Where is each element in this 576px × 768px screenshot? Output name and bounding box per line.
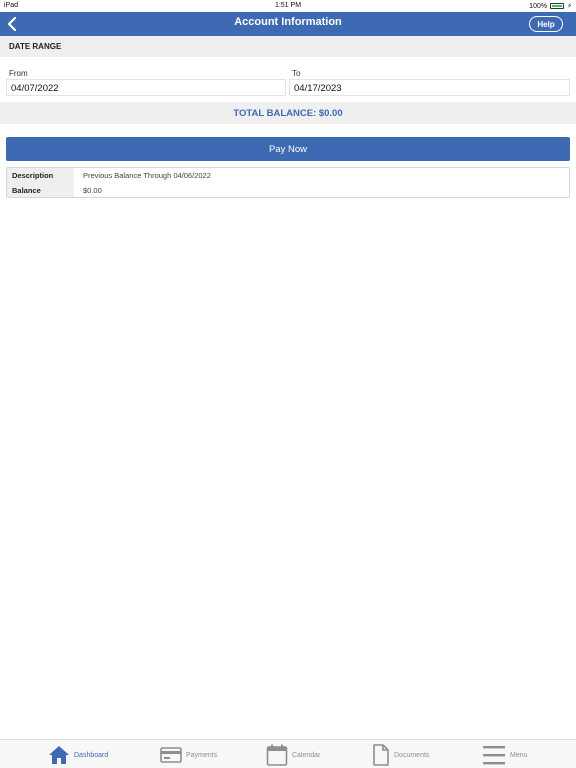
battery-percent: 100% xyxy=(529,2,548,10)
from-date-field[interactable]: 04/07/2022 xyxy=(6,79,286,96)
charging-icon: ⚡ xyxy=(567,3,572,10)
table-row: Balance $0.00 xyxy=(7,183,569,197)
page-title: Account Information xyxy=(234,16,342,28)
tab-label-payments: Payments xyxy=(186,751,218,759)
menu-icon xyxy=(483,746,505,765)
tab-dashboard[interactable]: Dashboard xyxy=(48,743,108,767)
home-icon xyxy=(49,746,69,764)
total-balance-banner: TOTAL BALANCE: $0.00 xyxy=(0,102,576,124)
tab-menu[interactable]: Menu xyxy=(482,743,528,767)
description-key: Description xyxy=(7,168,74,183)
tab-bar: Dashboard Payments Calendar Documents Me… xyxy=(0,739,576,768)
tab-label-dashboard: Dashboard xyxy=(74,751,109,759)
battery-icon xyxy=(550,3,565,9)
nav-header: Account Information Help xyxy=(0,12,576,36)
calendar-icon xyxy=(266,744,288,766)
tab-label-documents: Documents xyxy=(394,751,430,759)
to-date-field[interactable]: 04/17/2023 xyxy=(289,79,570,96)
status-bar: iPad 1:51 PM 100% ⚡ xyxy=(0,0,576,12)
from-label: From xyxy=(9,69,28,78)
balance-value: $0.00 xyxy=(83,186,102,195)
tab-documents[interactable]: Documents xyxy=(372,743,429,767)
tab-label-menu: Menu xyxy=(510,751,528,759)
tab-payments[interactable]: Payments xyxy=(160,743,217,767)
table-row: Description Previous Balance Through 04/… xyxy=(7,168,569,183)
to-label: To xyxy=(292,69,301,78)
tab-label-calendar: Calendar xyxy=(292,751,321,759)
description-value: Previous Balance Through 04/06/2022 xyxy=(83,171,211,180)
tab-calendar[interactable]: Calendar xyxy=(266,743,320,767)
pay-now-button[interactable]: Pay Now xyxy=(6,137,570,161)
help-button[interactable]: Help xyxy=(529,16,563,32)
credit-card-icon xyxy=(160,747,182,763)
status-time: 1:51 PM xyxy=(274,2,302,9)
balance-details-table: Description Previous Balance Through 04/… xyxy=(6,167,570,198)
status-battery-group: 100% ⚡ xyxy=(529,2,572,11)
document-icon xyxy=(373,744,389,766)
balance-key: Balance xyxy=(7,183,74,197)
date-range-header: DATE RANGE xyxy=(0,36,576,57)
